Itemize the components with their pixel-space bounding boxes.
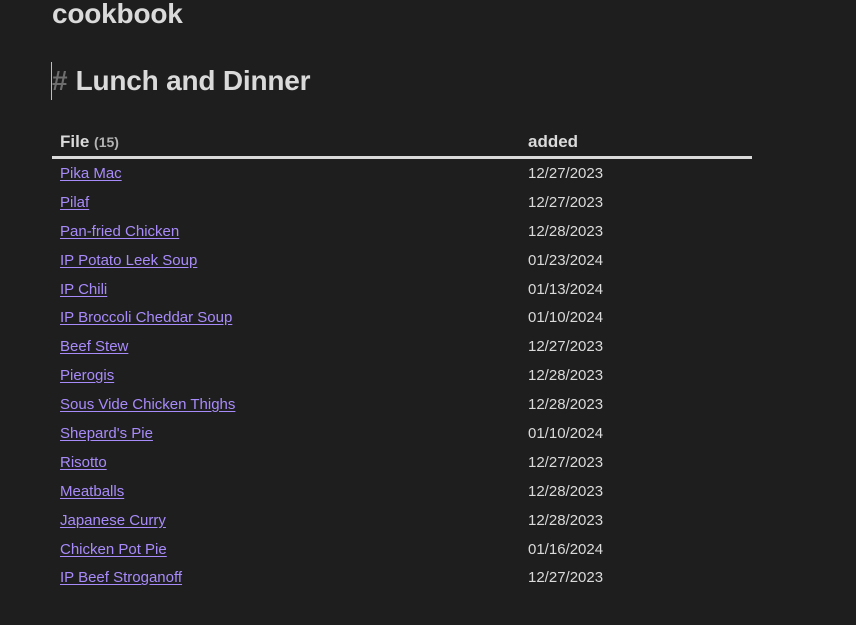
section-heading: Lunch and Dinner (75, 65, 311, 96)
recipe-link[interactable]: Beef Stew (60, 338, 128, 355)
table-row: IP Chili 01/13/2024 (52, 275, 752, 304)
added-column-label: added (528, 131, 579, 151)
table-row: Pan-fried Chicken 12/28/2023 (52, 217, 752, 246)
recipe-link[interactable]: Chicken Pot Pie (60, 541, 167, 558)
heading-marker: # (52, 65, 68, 96)
added-cell: 12/27/2023 (520, 332, 752, 361)
table-row: Meatballs 12/28/2023 (52, 477, 752, 506)
table-header-row: File (15) added (52, 126, 752, 159)
added-cell: 12/27/2023 (520, 563, 752, 592)
added-date: 12/28/2023 (528, 367, 604, 385)
added-date: 12/28/2023 (528, 222, 604, 240)
recipe-link[interactable]: IP Beef Stroganoff (60, 569, 182, 586)
recipe-link[interactable]: IP Chili (60, 281, 107, 298)
added-cell: 01/10/2024 (520, 303, 752, 332)
column-header-added: added (520, 126, 752, 159)
table-row: IP Beef Stroganoff 12/27/2023 (52, 563, 752, 592)
file-count: (15) (94, 133, 119, 150)
added-cell: 12/28/2023 (520, 217, 752, 246)
file-cell: Meatballs (52, 477, 520, 506)
table-row: Pierogis 12/28/2023 (52, 361, 752, 390)
added-cell: 01/13/2024 (520, 275, 752, 304)
added-cell: 12/28/2023 (520, 361, 752, 390)
added-cell: 01/23/2024 (520, 246, 752, 275)
file-cell: Shepard's Pie (52, 419, 520, 448)
recipe-link[interactable]: IP Broccoli Cheddar Soup (60, 309, 232, 326)
file-cell: Sous Vide Chicken Thighs (52, 390, 520, 419)
added-date: 12/27/2023 (528, 164, 604, 182)
recipe-link[interactable]: Pilaf (60, 194, 89, 211)
table-row: Pika Mac 12/27/2023 (52, 158, 752, 188)
added-date: 01/16/2024 (528, 540, 604, 558)
recipe-link[interactable]: Pan-fried Chicken (60, 223, 179, 240)
file-cell: Pan-fried Chicken (52, 217, 520, 246)
added-date: 12/28/2023 (528, 511, 604, 529)
file-cell: IP Chili (52, 275, 520, 304)
table-body: Pika Mac 12/27/2023 Pilaf 12/27/2023 Pan-fri… (52, 158, 752, 593)
file-cell: Beef Stew (52, 332, 520, 361)
file-cell: Pierogis (52, 361, 520, 390)
recipe-link[interactable]: Sous Vide Chicken Thighs (60, 396, 235, 413)
file-cell: IP Potato Leek Soup (52, 246, 520, 275)
added-date: 12/27/2023 (528, 193, 604, 211)
recipe-link[interactable]: Risotto (60, 454, 107, 471)
column-header-file: File (15) (52, 126, 520, 159)
added-date: 12/27/2023 (528, 338, 604, 356)
added-date: 01/10/2024 (528, 424, 604, 442)
note-view: cookbook # Lunch and Dinner File (15) ad… (0, 0, 856, 625)
added-cell: 01/10/2024 (520, 419, 752, 448)
recipe-link[interactable]: Pika Mac (60, 165, 122, 182)
added-date: 12/28/2023 (528, 482, 604, 500)
added-cell: 12/28/2023 (520, 390, 752, 419)
added-cell: 12/28/2023 (520, 506, 752, 535)
added-cell: 12/27/2023 (520, 188, 752, 217)
added-date: 12/27/2023 (528, 453, 604, 471)
table-row: Chicken Pot Pie 01/16/2024 (52, 535, 752, 564)
table-row: IP Potato Leek Soup 01/23/2024 (52, 246, 752, 275)
table-row: Shepard's Pie 01/10/2024 (52, 419, 752, 448)
note-title: cookbook (52, 0, 183, 29)
recipe-link[interactable]: Pierogis (60, 367, 114, 384)
heading-line[interactable]: # Lunch and Dinner (51, 62, 311, 100)
dataview-table: File (15) added Pika Mac 12/27/2023 Pilaf 1… (52, 126, 752, 592)
added-date: 01/23/2024 (528, 251, 604, 269)
recipe-link[interactable]: Meatballs (60, 483, 124, 500)
file-cell: Chicken Pot Pie (52, 535, 520, 564)
added-date: 12/28/2023 (528, 396, 604, 414)
added-cell: 12/27/2023 (520, 158, 752, 188)
table-row: Sous Vide Chicken Thighs 12/28/2023 (52, 390, 752, 419)
added-date: 01/13/2024 (528, 280, 604, 298)
added-cell: 01/16/2024 (520, 535, 752, 564)
table-row: Risotto 12/27/2023 (52, 448, 752, 477)
table-row: Pilaf 12/27/2023 (52, 188, 752, 217)
file-cell: Pika Mac (52, 158, 520, 188)
added-date: 01/10/2024 (528, 309, 604, 327)
file-cell: IP Broccoli Cheddar Soup (52, 303, 520, 332)
recipe-link[interactable]: Japanese Curry (60, 512, 166, 529)
file-column-label: File (60, 131, 90, 151)
recipe-link[interactable]: IP Potato Leek Soup (60, 252, 197, 269)
file-cell: Japanese Curry (52, 506, 520, 535)
file-cell: Risotto (52, 448, 520, 477)
table-row: Japanese Curry 12/28/2023 (52, 506, 752, 535)
file-cell: Pilaf (52, 188, 520, 217)
table-row: Beef Stew 12/27/2023 (52, 332, 752, 361)
file-cell: IP Beef Stroganoff (52, 563, 520, 592)
recipe-link[interactable]: Shepard's Pie (60, 425, 153, 442)
added-date: 12/27/2023 (528, 569, 604, 587)
added-cell: 12/28/2023 (520, 477, 752, 506)
table-row: IP Broccoli Cheddar Soup 01/10/2024 (52, 303, 752, 332)
added-cell: 12/27/2023 (520, 448, 752, 477)
